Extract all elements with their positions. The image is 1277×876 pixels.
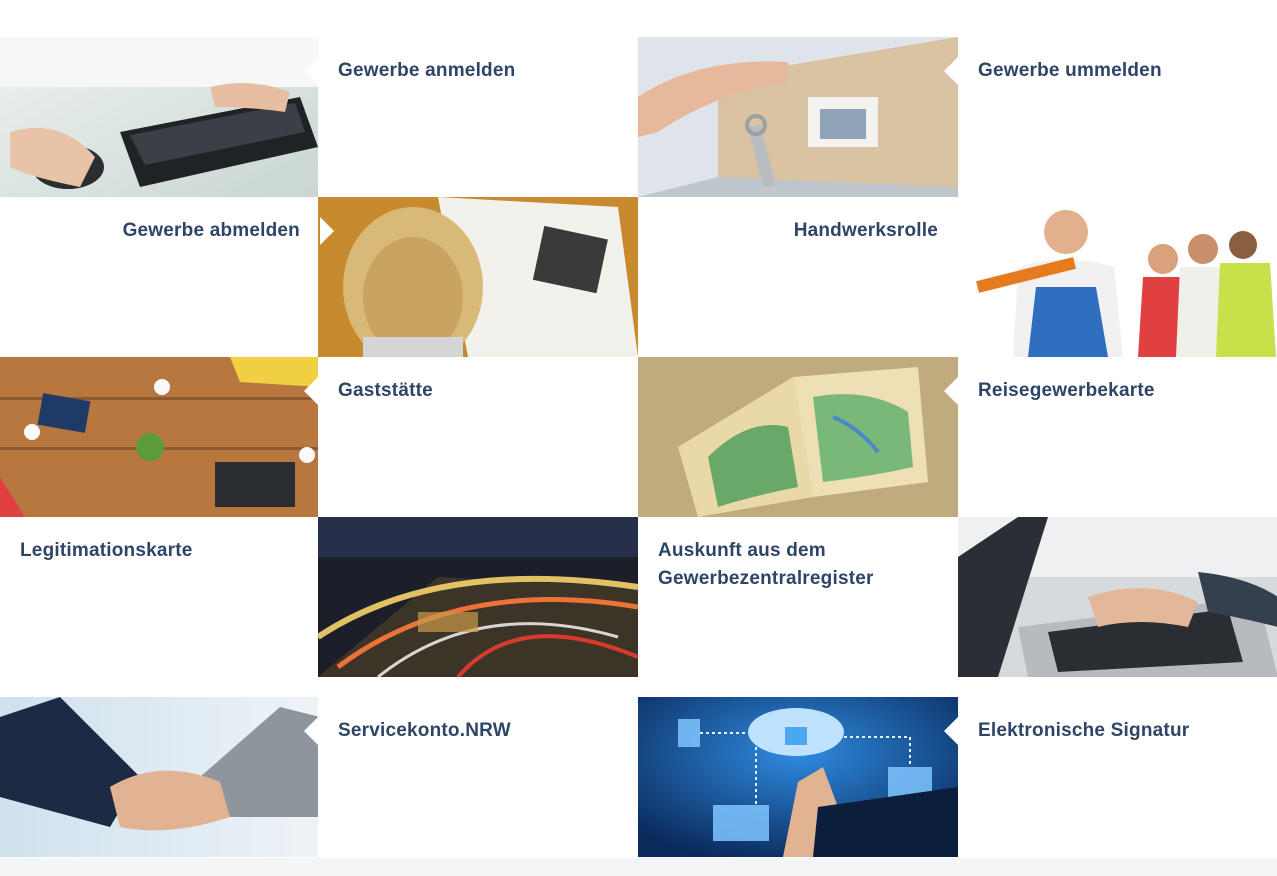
tile-label: Gaststätte — [338, 380, 433, 401]
tile-label: Servicekonto.NRW — [338, 720, 511, 741]
tile-label: Elektronische Signatur — [978, 720, 1190, 741]
tile-auskunft-gewerbezentralregister[interactable]: Auskunft aus dem Gewerbezentralregister — [638, 517, 958, 677]
tile-label: Gewerbe abmelden — [122, 220, 300, 241]
tile-label: Reisegewerbekarte — [978, 380, 1155, 401]
tile-elektronische-signatur[interactable]: Elektronische Signatur — [944, 697, 1277, 857]
keyboard-mouse-photo[interactable] — [0, 37, 320, 197]
tile-label: Gewerbe anmelden — [338, 60, 516, 81]
tile-gewerbe-ummelden[interactable]: Gewerbe ummelden — [944, 37, 1277, 197]
tile-row: Legitimationskarte Auskunft aus dem Gewe… — [0, 517, 1277, 677]
tile-handwerksrolle[interactable]: Handwerksrolle — [638, 197, 972, 357]
tile-row: Gaststätte Reisegewerbekarte — [0, 357, 1277, 517]
footer-divider — [0, 858, 1277, 876]
tile-row: Gewerbe abmelden Handwerksrolle — [0, 197, 1277, 357]
night-traffic-photo[interactable] — [318, 517, 638, 677]
tile-label: Legitimationskarte — [20, 540, 193, 561]
tile-gewerbe-abmelden[interactable]: Gewerbe abmelden — [0, 197, 334, 357]
handshake-photo[interactable] — [0, 697, 320, 857]
tile-reisegewerbekarte[interactable]: Reisegewerbekarte — [944, 357, 1277, 517]
house-keys-photo[interactable] — [638, 37, 958, 197]
tile-label: Handwerksrolle — [793, 220, 938, 241]
craftsmen-group-photo[interactable] — [958, 197, 1277, 357]
atlas-map-photo[interactable] — [638, 357, 958, 517]
tile-row: Gewerbe anmelden Gewerbe ummelden — [0, 37, 1277, 197]
tile-gaststaette[interactable]: Gaststätte — [304, 357, 638, 517]
tile-row: Servicekonto.NRW Elektronische Signatur — [0, 697, 1277, 857]
tile-legitimationskarte[interactable]: Legitimationskarte — [0, 517, 320, 677]
tile-gewerbe-anmelden[interactable]: Gewerbe anmelden — [304, 37, 638, 197]
tile-servicekonto-nrw[interactable]: Servicekonto.NRW — [304, 697, 638, 857]
paperwork-calculator-photo[interactable] — [318, 197, 638, 357]
cafe-table-photo[interactable] — [0, 357, 320, 517]
laptop-typing-photo[interactable] — [958, 517, 1277, 677]
tile-label: Gewerbe ummelden — [978, 60, 1162, 81]
cloud-security-photo[interactable] — [638, 697, 958, 857]
tile-label: Auskunft aus dem Gewerbezentralregister — [658, 540, 874, 589]
